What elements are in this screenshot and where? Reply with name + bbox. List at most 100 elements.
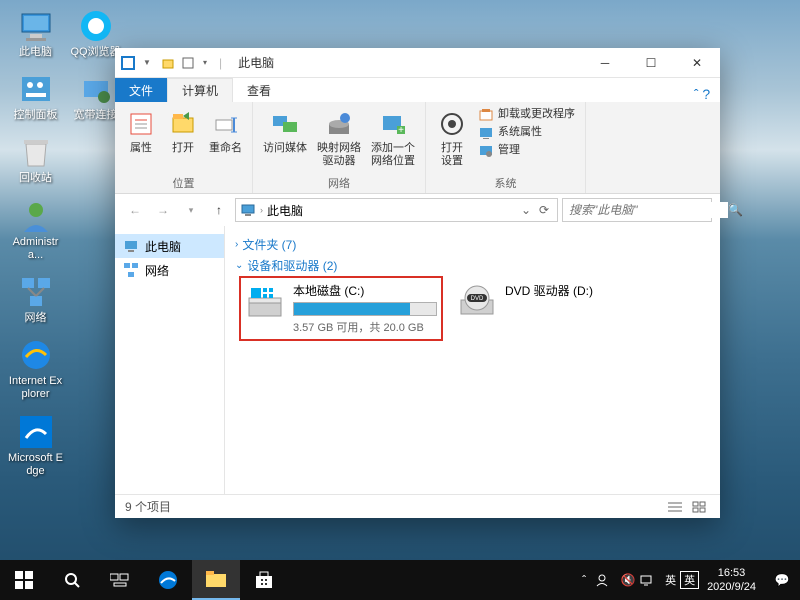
view-large-button[interactable] [688,498,710,516]
address-dropdown-icon[interactable]: ⌄ [517,203,535,217]
dvd-icon: DVD [457,282,497,322]
taskbar-edge[interactable] [144,560,192,600]
qat-item[interactable] [179,54,197,72]
ribbon-open[interactable]: 打开 [163,106,203,157]
qat-more-icon[interactable]: ▾ [197,58,213,67]
tray-ime1[interactable]: 英 [661,572,680,588]
ribbon-help-icon[interactable]: ˆ ? [690,86,714,102]
refresh-button[interactable]: ⟳ [535,203,553,217]
uninst-icon [478,107,494,123]
window-title: 此电脑 [238,54,274,71]
ribbon-media[interactable]: 访问媒体 [259,106,311,157]
status-bar: 9 个项目 [115,494,720,518]
desktop-icon-bin[interactable]: 回收站 [8,134,63,185]
tray-up-icon[interactable]: ˆ [573,573,595,587]
address-breadcrumb[interactable]: › 此电脑 ⌄ ⟳ [235,198,558,222]
svg-text:DVD: DVD [471,296,484,302]
ribbon-tabs: 文件 计算机 查看 ˆ ? [115,78,720,102]
cpl-icon [18,71,54,107]
ribbon-mapnet[interactable]: 映射网络 驱动器 [313,106,365,170]
nav-back-button[interactable]: ← [123,198,147,222]
search-input[interactable] [567,202,728,218]
tab-file[interactable]: 文件 [115,78,167,102]
ribbon-uninst[interactable]: 卸载或更改程序 [474,106,579,124]
qat-item[interactable] [159,54,177,72]
chevron-down-icon: ⌄ [235,260,243,271]
nav-item-pc[interactable]: 此电脑 [115,234,224,258]
drive-name: DVD 驱动器 (D:) [505,282,649,299]
ribbon-manage[interactable]: 管理 [474,142,579,160]
tab-view[interactable]: 查看 [233,78,285,102]
rename-icon [210,108,242,140]
chevron-right-icon: › [235,239,238,250]
hdd-icon [245,282,285,322]
media-icon [269,108,301,140]
start-button[interactable] [0,560,48,600]
qat-dropdown-icon[interactable]: ▼ [139,58,155,67]
ribbon-rename[interactable]: 重命名 [205,106,246,157]
desktop-icon-edge[interactable]: Microsoft Edge [8,414,63,478]
tray-volume-icon[interactable]: 🔇 [617,573,639,587]
group-header-drives[interactable]: ⌄ 设备和驱动器 (2) [235,257,710,274]
system-tray: ˆ 🔇 英 英 16:53 2020/9/24 💬 [573,560,800,600]
task-view-button[interactable] [96,560,144,600]
drive-item[interactable]: 本地磁盘 (C:) 3.57 GB 可用，共 20.0 GB [241,278,441,339]
tray-ime2[interactable]: 英 [680,571,699,589]
desktop-icon-user[interactable]: Administra... [8,198,63,262]
dial-icon [78,71,114,107]
search-icon[interactable]: 🔍 [728,203,743,217]
ribbon-sysprops[interactable]: 系统属性 [474,124,579,142]
close-button[interactable]: ✕ [674,48,720,78]
drive-item[interactable]: DVD DVD 驱动器 (D:) [453,278,653,339]
drive-size: 3.57 GB 可用，共 20.0 GB [293,319,437,335]
search-button[interactable] [48,560,96,600]
desktop-icon-net[interactable]: 网络 [8,274,63,325]
quick-access-toolbar [159,54,197,72]
pc-icon [123,238,139,254]
nav-up-button[interactable]: ↑ [207,198,231,222]
minimize-button[interactable]: ─ [582,48,628,78]
user-icon [18,198,54,234]
drive-name: 本地磁盘 (C:) [293,282,437,299]
title-bar[interactable]: ▼ ▾ | 此电脑 ─ ☐ ✕ [115,48,720,78]
ribbon-group-system: 打开 设置 卸载或更改程序系统属性管理 系统 [426,102,586,193]
navigation-pane: 此电脑网络 [115,226,225,494]
ribbon-group-label: 位置 [173,175,195,191]
ribbon: 属性打开重命名 位置 访问媒体映射网络 驱动器+添加一个 网络位置 网络 打开 … [115,102,720,194]
net-icon [123,262,139,278]
desktop-icon-pc[interactable]: 此电脑 [8,8,63,59]
view-details-button[interactable] [664,498,686,516]
breadcrumb-item[interactable]: 此电脑 [267,202,303,219]
desktop-icon-ie[interactable]: Internet Explorer [8,337,63,401]
app-icon [121,56,135,70]
search-box[interactable]: 🔍 [562,198,712,222]
explorer-body: 此电脑网络 › 文件夹 (7) ⌄ 设备和驱动器 (2) 本地磁盘 (C:) 3.… [115,226,720,494]
tray-people-icon[interactable] [595,573,617,587]
taskbar-explorer[interactable] [192,560,240,600]
taskbar: ˆ 🔇 英 英 16:53 2020/9/24 💬 [0,560,800,600]
props-icon [125,108,157,140]
nav-recent-dropdown[interactable]: ▾ [179,198,203,222]
gear-icon [436,108,468,140]
desktop-icons-col1: 此电脑控制面板回收站 Administra... 网络 Internet Explor… [8,8,63,478]
tray-network-icon[interactable] [639,573,661,587]
open-icon [167,108,199,140]
ribbon-props[interactable]: 属性 [121,106,161,157]
nav-item-net[interactable]: 网络 [115,258,224,282]
net-icon [18,274,54,310]
tray-clock[interactable]: 16:53 2020/9/24 [699,566,764,595]
nav-forward-button[interactable]: → [151,198,175,222]
desktop-icon-cpl[interactable]: 控制面板 [8,71,63,122]
ribbon-group-label: 系统 [495,175,517,191]
tab-computer[interactable]: 计算机 [167,78,233,102]
maximize-button[interactable]: ☐ [628,48,674,78]
usage-bar [293,302,437,316]
address-bar-row: ← → ▾ ↑ › 此电脑 ⌄ ⟳ 🔍 [115,194,720,226]
taskbar-store[interactable] [240,560,288,600]
edge-icon [18,414,54,450]
pc-icon [240,202,256,218]
ribbon-open-settings[interactable]: 打开 设置 [432,106,472,170]
ribbon-addnet[interactable]: +添加一个 网络位置 [367,106,419,170]
group-header-folders[interactable]: › 文件夹 (7) [235,236,710,253]
tray-notifications-icon[interactable]: 💬 [764,573,800,587]
